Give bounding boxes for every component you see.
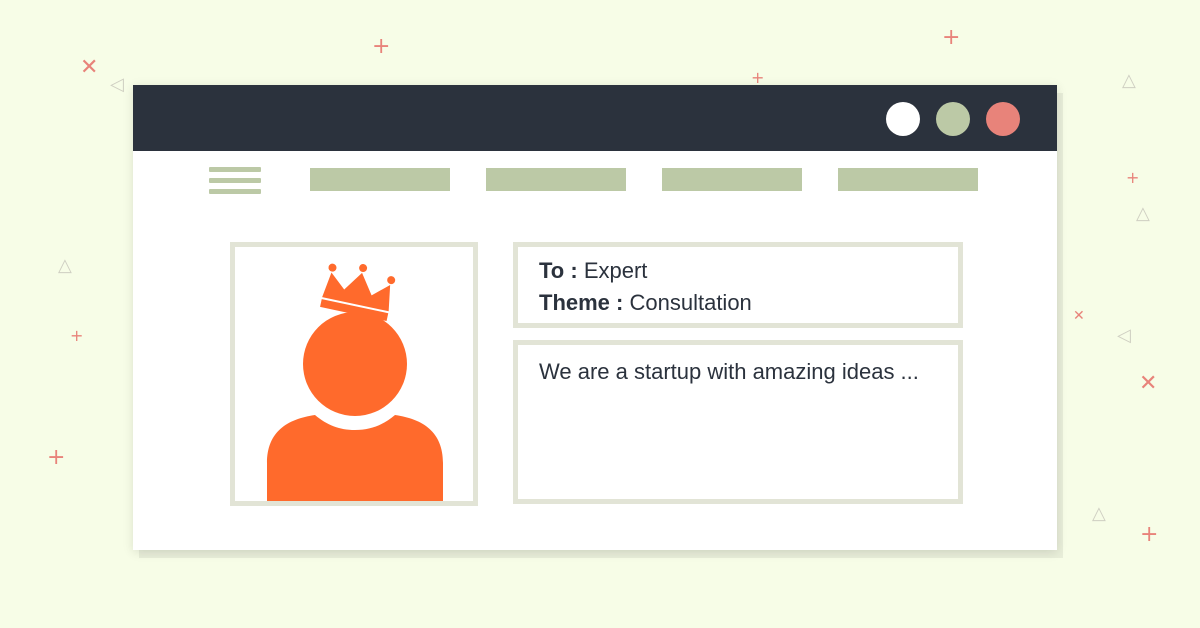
- decor-cross-icon: ✕: [80, 55, 99, 80]
- message-body-text: We are a startup with amazing ideas ...: [539, 359, 919, 384]
- decor-plus-icon: +: [751, 68, 765, 87]
- message-meta-box: To : Expert Theme : Consultation: [513, 242, 963, 328]
- theme-value: Consultation: [629, 290, 752, 315]
- recipient-label: To :: [539, 258, 578, 283]
- nav-item-2[interactable]: [486, 168, 626, 191]
- decor-triangle-icon: △: [1136, 203, 1150, 224]
- window-titlebar: [133, 85, 1057, 151]
- decor-triangle-icon: △: [1092, 503, 1106, 524]
- decor-triangle-icon: △: [58, 255, 72, 276]
- message-body-box[interactable]: We are a startup with amazing ideas ...: [513, 340, 963, 504]
- decor-plus-icon: +: [1126, 168, 1140, 187]
- decor-triangle-icon: ◁: [1117, 325, 1131, 346]
- decor-cross-icon: ✕: [1073, 308, 1085, 324]
- decor-cross-icon: ✕: [1139, 371, 1158, 396]
- user-with-crown-icon: [267, 263, 443, 501]
- decor-plus-icon: +: [70, 326, 84, 345]
- avatar-frame: [230, 242, 478, 506]
- window-dot-white[interactable]: [886, 102, 920, 136]
- decor-plus-icon: +: [47, 445, 66, 470]
- browser-window: To : Expert Theme : Consultation We are …: [133, 85, 1057, 550]
- window-dot-green[interactable]: [936, 102, 970, 136]
- theme-line: Theme : Consultation: [539, 290, 752, 316]
- theme-label: Theme :: [539, 290, 624, 315]
- recipient-value: Expert: [583, 258, 648, 283]
- nav-item-4[interactable]: [838, 168, 978, 191]
- nav-item-3[interactable]: [662, 168, 802, 191]
- nav-item-1[interactable]: [310, 168, 450, 191]
- recipient-line: To : Expert: [539, 258, 647, 284]
- decor-plus-icon: +: [372, 34, 391, 59]
- decor-triangle-icon: ◁: [110, 74, 124, 95]
- hamburger-menu-icon[interactable]: [209, 167, 261, 200]
- window-dot-red[interactable]: [986, 102, 1020, 136]
- decor-plus-icon: +: [942, 25, 961, 50]
- decor-plus-icon: +: [1140, 522, 1159, 547]
- decor-triangle-icon: △: [1122, 70, 1136, 91]
